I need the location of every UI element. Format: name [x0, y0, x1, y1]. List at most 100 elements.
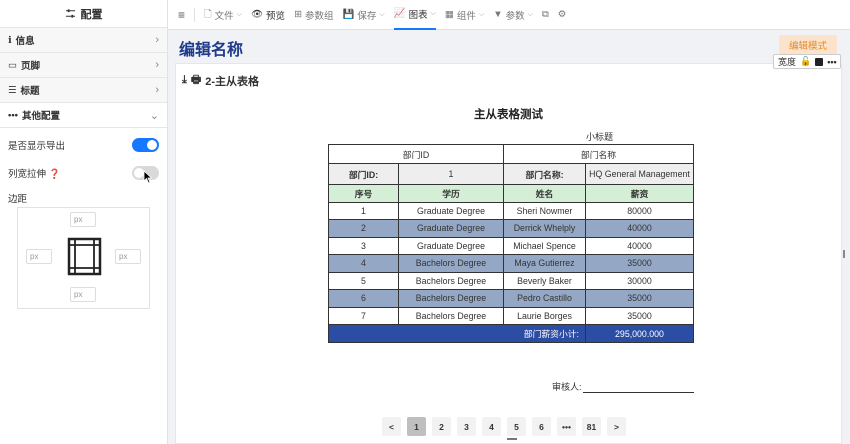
cell: Graduate Degree — [398, 236, 504, 255]
info-icon: ℹ — [8, 34, 12, 46]
column-header: 薪资 — [585, 184, 694, 203]
save-menu[interactable]: 💾 保存 ⌵ — [343, 8, 385, 22]
page-title[interactable]: 编辑名称 — [179, 36, 243, 60]
chart-menu[interactable]: 📈 图表 ⌵ — [393, 0, 436, 30]
dept-id-label: 部门ID: — [328, 163, 399, 185]
col-resize-row: 列宽拉伸 ❓ — [0, 159, 167, 187]
width-toolbar: 宽度 🔓 ••• — [773, 54, 841, 69]
ellipsis-icon: ••• — [8, 109, 18, 121]
section-title[interactable]: ☰ 标题 › — [0, 78, 167, 103]
margin-right-input[interactable]: px — [115, 249, 141, 264]
dept-id-header: 部门ID — [328, 144, 504, 164]
dept-name-label: 部门名称: — [503, 163, 586, 185]
caret-down-icon: ⌵ — [236, 10, 242, 18]
width-label[interactable]: 宽度 — [778, 55, 796, 68]
chevron-right-icon: › — [155, 84, 159, 96]
horizontal-scroll-handle[interactable] — [507, 438, 517, 440]
settings-button[interactable]: ⚙ — [558, 9, 567, 20]
unlock-icon[interactable]: 🔓 — [800, 56, 811, 67]
component-menu[interactable]: ▦ 组件 ⌵ — [445, 8, 484, 22]
column-header: 序号 — [328, 184, 399, 203]
component-label: 组件 — [456, 10, 476, 22]
caret-down-icon: ⌵ — [430, 9, 436, 17]
card-header: ⤓ 🖶 2-主从表格 — [182, 71, 259, 90]
subtotal-row: 部门薪资小计: 295,000.000 — [328, 324, 694, 343]
cell: Bachelors Degree — [398, 254, 504, 273]
download-icon[interactable]: ⤓ — [182, 74, 187, 87]
reviewer-signature-line — [583, 392, 694, 393]
col-resize-label: 列宽拉伸 — [8, 169, 47, 180]
cell: 35000 — [585, 254, 694, 273]
help-icon[interactable]: ❓ — [49, 169, 61, 180]
edit-icon[interactable] — [815, 57, 824, 66]
margin-left-input[interactable]: px — [26, 249, 52, 264]
params-group-icon: ⊞ — [294, 9, 303, 20]
config-header[interactable]: 配置 — [0, 0, 167, 28]
table-row: 4 Bachelors Degree Maya Gutierrez 35000 — [328, 254, 694, 273]
file-icon: 🗋 — [204, 8, 212, 20]
show-export-toggle[interactable] — [132, 138, 159, 152]
cell: 7 — [328, 306, 399, 325]
menu-icon[interactable]: ≡ — [178, 8, 185, 22]
cell: Beverly Baker — [503, 271, 586, 290]
show-export-label: 是否显示导出 — [8, 141, 66, 152]
next-page-button[interactable]: > — [607, 417, 626, 436]
toolbar: ≡ 🗋 文件 ⌵ 👁 预览 ⊞ 参数组 💾 保存 ⌵ 📈 图表 ⌵ ▦ 组件 ⌵ ▼ 参数 ⌵ ⧉ ⚙ — [168, 0, 850, 30]
cell: Bachelors Degree — [398, 271, 504, 290]
more-icon[interactable]: ••• — [827, 57, 836, 67]
page-ellipsis[interactable]: ••• — [557, 417, 576, 436]
prev-page-button[interactable]: < — [382, 417, 401, 436]
copy-icon: ⧉ — [541, 9, 549, 20]
copy-button[interactable]: ⧉ — [542, 9, 549, 20]
page-button[interactable]: 3 — [457, 417, 476, 436]
cell: 40000 — [585, 236, 694, 255]
section-info-label: 信息 — [15, 36, 35, 47]
cell: 5 — [328, 271, 399, 290]
cell: Graduate Degree — [398, 219, 504, 238]
pagination: < 1 2 3 4 5 6 ••• 81 > — [382, 417, 626, 436]
file-menu[interactable]: 🗋 文件 ⌵ — [204, 7, 242, 23]
page-button[interactable]: 6 — [532, 417, 551, 436]
params-group-button[interactable]: ⊞ 参数组 — [294, 8, 333, 22]
cell: 30000 — [585, 271, 694, 290]
cell: Bachelors Degree — [398, 306, 504, 325]
margin-top-input[interactable]: px — [70, 212, 96, 227]
section-info[interactable]: ℹ 信息 › — [0, 28, 167, 53]
print-icon[interactable]: 🖶 — [191, 71, 201, 90]
edit-mode-button[interactable]: 编辑模式 — [779, 35, 837, 55]
caret-down-icon: ⌵ — [478, 10, 485, 18]
cell: 80000 — [585, 201, 694, 220]
page-button-last[interactable]: 81 — [582, 417, 601, 436]
page-button[interactable]: 5 — [507, 417, 526, 436]
caret-down-icon: ⌵ — [379, 10, 385, 18]
gear-icon: ⚙ — [557, 9, 567, 20]
margin-bottom-input[interactable]: px — [70, 287, 96, 302]
section-footer[interactable]: ▭ 页脚 › — [0, 53, 167, 78]
save-icon: 💾 — [342, 9, 355, 20]
master-detail-table: 部门ID 部门名称 部门ID: 1 部门名称: HQ General Manag… — [328, 144, 694, 343]
sliders-icon — [65, 9, 75, 18]
eye-icon: 👁 — [250, 9, 264, 20]
cell: Derrick Whelply — [503, 219, 586, 238]
mouse-cursor-icon — [143, 170, 153, 184]
file-label: 文件 — [214, 10, 234, 22]
caret-down-icon: ⌵ — [527, 10, 533, 18]
cell: 1 — [328, 201, 399, 220]
footer-icon: ▭ — [8, 59, 17, 71]
save-label: 保存 — [357, 10, 377, 22]
subtotal-value: 295,000.000 — [585, 324, 694, 343]
vertical-scroll-handle[interactable] — [843, 250, 845, 258]
cell: Bachelors Degree — [398, 289, 504, 308]
section-other[interactable]: ••• 其他配置 ⌄ — [0, 103, 167, 128]
page-button-current[interactable]: 1 — [407, 417, 426, 436]
margin-editor: px px px px — [17, 207, 150, 309]
table-row: 7 Bachelors Degree Laurie Borges 35000 — [328, 306, 694, 325]
cell: 35000 — [585, 306, 694, 325]
table-row: 部门ID: 1 部门名称: HQ General Management — [328, 163, 694, 185]
page-button[interactable]: 2 — [432, 417, 451, 436]
params-label: 参数 — [505, 10, 525, 22]
preview-button[interactable]: 👁 预览 — [251, 8, 285, 22]
params-menu[interactable]: ▼ 参数 ⌵ — [493, 8, 533, 22]
subtotal-label: 部门薪资小计: — [328, 324, 586, 343]
page-button[interactable]: 4 — [482, 417, 501, 436]
